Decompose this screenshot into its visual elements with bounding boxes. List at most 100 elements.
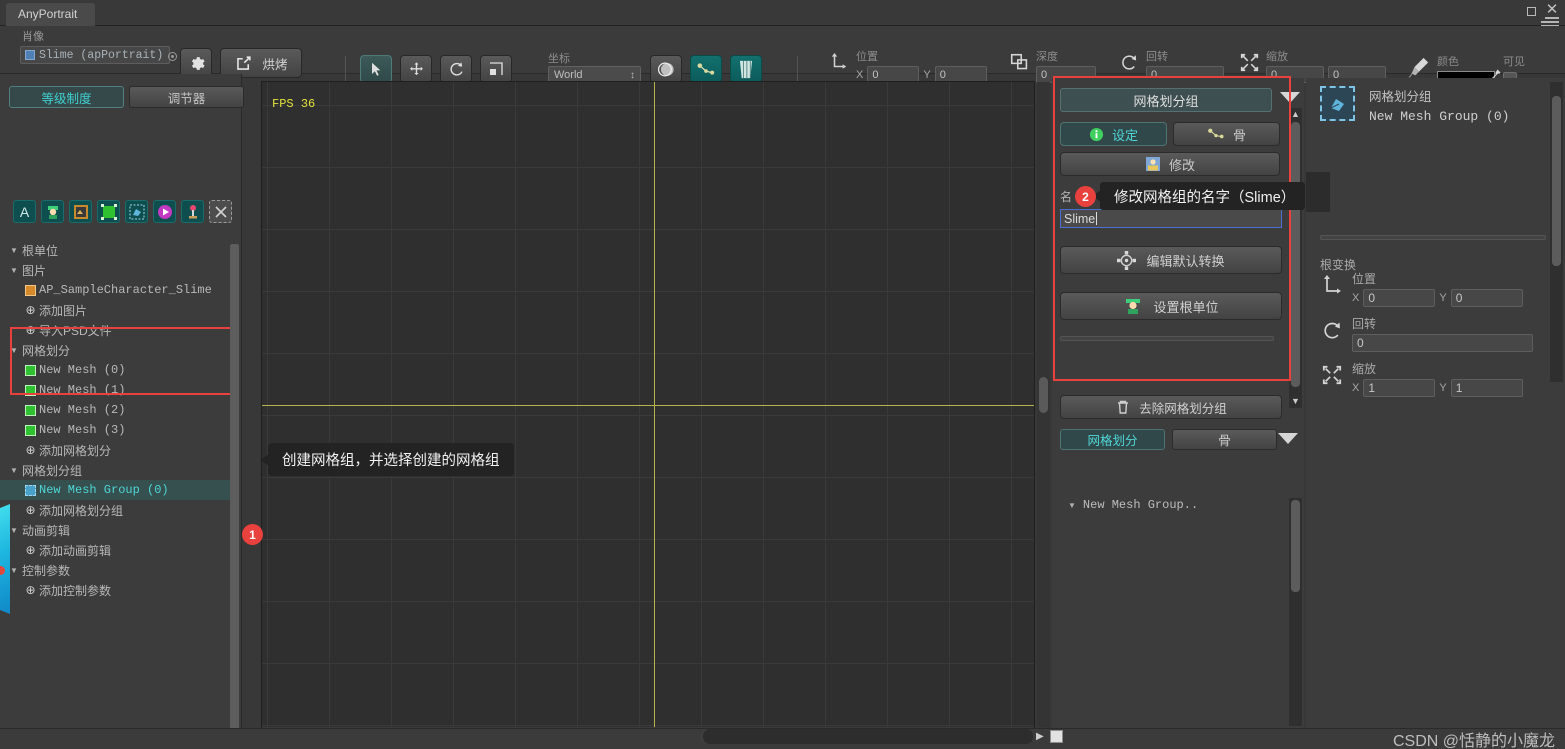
tab-hierarchy[interactable]: 等级制度 (9, 86, 124, 108)
stop-icon[interactable] (1050, 730, 1063, 743)
child-list-caret-down-icon[interactable] (1278, 433, 1298, 444)
caret-down-icon[interactable]: ▼ (6, 346, 22, 355)
properties-scale-y-input[interactable]: 1 (1450, 379, 1523, 397)
modify-button[interactable]: 修改 (1060, 152, 1280, 176)
set-root-unit-button[interactable]: 设置根单位 (1060, 292, 1282, 320)
tree-group-11[interactable]: ▼ 网格划分组 (0, 460, 238, 480)
filter-image-icon[interactable] (69, 200, 92, 223)
coord-space-dropdown[interactable]: World (548, 66, 641, 84)
onion-skin-toggle[interactable] (650, 55, 682, 83)
inspector-scrollbar[interactable]: ▲ ▼ (1289, 108, 1302, 408)
rotate-tool-button[interactable] (440, 55, 472, 83)
toolbar-position-y-input[interactable]: 0 (934, 66, 987, 83)
hierarchy-panel: 等级制度 调节器 A ▼ 根单位 ▼ 图片 AP_SampleCharacter… (0, 74, 263, 749)
tree-item-9[interactable]: New Mesh (3) (0, 420, 238, 440)
properties-scale-x-label: X (1352, 382, 1360, 394)
select-tool-button[interactable] (360, 55, 392, 83)
rotate-ccw-icon (1320, 315, 1344, 345)
tab-bone-list[interactable]: 骨 (1172, 429, 1277, 450)
properties-scrollbar[interactable] (1550, 82, 1563, 382)
tab-modifier[interactable]: 调节器 (129, 86, 244, 108)
filter-clear-icon[interactable] (209, 200, 232, 223)
tree-item-6[interactable]: New Mesh (0) (0, 360, 238, 380)
hierarchy-scroll-thumb[interactable] (230, 244, 239, 734)
mesh-toggle[interactable] (730, 55, 762, 83)
properties-position-y-input[interactable]: 0 (1450, 289, 1523, 307)
plus-circle-icon: ⊕ (25, 443, 36, 457)
tree-add-item[interactable]: ⊕ 添加动画剪辑 (0, 540, 238, 560)
tree-group-1[interactable]: ▼ 图片 (0, 260, 238, 280)
toolbar-position-x-input[interactable]: 0 (867, 66, 920, 83)
filter-animation-icon[interactable] (153, 200, 176, 223)
scroll-down-icon[interactable]: ▼ (1290, 396, 1301, 407)
tree-group-14[interactable]: ▼ 动画剪辑 (0, 520, 238, 540)
child-list-scroll-thumb[interactable] (1291, 500, 1300, 592)
move-tool-button[interactable] (400, 55, 432, 83)
filter-character-icon[interactable] (41, 200, 64, 223)
tree-group-5[interactable]: ▼ 网格划分 (0, 340, 238, 360)
portrait-target-radio[interactable] (168, 52, 177, 61)
tree-item-12[interactable]: New Mesh Group (0) (0, 480, 238, 500)
mesh-icon (22, 404, 39, 416)
filter-all-icon[interactable]: A (13, 200, 36, 223)
fps-label: FPS (272, 97, 294, 111)
tab-settings[interactable]: 设定 (1060, 122, 1167, 146)
child-list-scrollbar[interactable] (1289, 498, 1302, 726)
close-icon[interactable]: ✕ (1545, 2, 1559, 17)
toolbar-position-body: 位置 X 0 Y 0 (856, 48, 987, 83)
caret-down-icon[interactable]: ▼ (6, 466, 22, 475)
bottom-timeline-track[interactable] (703, 729, 1033, 744)
hierarchy-scrollbar[interactable] (230, 244, 239, 749)
tree-add-item[interactable]: ⊕ 添加图片 (0, 300, 238, 320)
properties-position-x-input[interactable]: 0 (1363, 289, 1436, 307)
caret-down-icon[interactable]: ▼ (1068, 501, 1076, 510)
tab-bone[interactable]: 骨 (1173, 122, 1280, 146)
scale-tool-button[interactable] (480, 55, 512, 83)
delete-meshgroup-button[interactable]: 去除网格划分组 (1060, 395, 1282, 419)
viewport-vertical-scrollbar[interactable] (1037, 82, 1050, 727)
properties-rotation-input[interactable]: 0 (1352, 334, 1533, 352)
caret-down-icon[interactable]: ▼ (6, 266, 22, 275)
filter-param-icon[interactable] (181, 200, 204, 223)
list-item[interactable]: ▼ New Mesh Group.. (1052, 495, 1290, 515)
coord-space-group: 坐标 World (548, 50, 641, 84)
inspector-scroll-thumb[interactable] (1291, 122, 1300, 387)
tree-item-7[interactable]: New Mesh (1) (0, 380, 238, 400)
tree-item-2[interactable]: AP_SampleCharacter_Slime (0, 280, 238, 300)
tree-item-label: 动画剪辑 (22, 523, 71, 538)
filter-mesh-icon[interactable] (97, 200, 120, 223)
edit-default-transform-button[interactable]: 编辑默认转换 (1060, 246, 1282, 274)
bone-toggle[interactable] (690, 55, 722, 83)
meshgroup-name-input[interactable]: Slime (1060, 209, 1282, 228)
hierarchy-tree: ▼ 根单位 ▼ 图片 AP_SampleCharacter_Slime ⊕ 添加图片 ⊕ 导入P… (0, 240, 238, 749)
caret-down-icon[interactable] (1280, 92, 1300, 103)
canvas-viewport[interactable]: FPS 36 (262, 82, 1034, 727)
tree-item-label: 控制参数 (22, 563, 71, 578)
play-icon[interactable]: ▶ (1036, 731, 1044, 742)
tree-add-item[interactable]: ⊕ 添加网格划分 (0, 440, 238, 460)
tab-anyportrait[interactable]: AnyPortrait (6, 3, 96, 26)
filter-meshgroup-icon[interactable] (125, 200, 148, 223)
tab-mesh-list[interactable]: 网格划分 (1060, 429, 1165, 450)
scroll-up-icon[interactable]: ▲ (1290, 109, 1301, 120)
properties-header: 网格划分组 New Mesh Group (0) (1320, 86, 1509, 124)
properties-scroll-thumb[interactable] (1552, 96, 1561, 266)
portrait-object-field[interactable]: Slime (apPortrait) (20, 46, 170, 64)
tree-item-label: New Mesh (2) (39, 403, 126, 417)
viewport-scroll-thumb[interactable] (1039, 377, 1048, 413)
tree-group-0[interactable]: ▼ 根单位 (0, 240, 238, 260)
hamburger-menu-icon[interactable] (1537, 17, 1559, 27)
caret-down-icon[interactable]: ▼ (6, 246, 22, 255)
tree-add-item[interactable]: ⊕ 导入PSD文件 (0, 320, 238, 340)
annotation-badge-1: 1 (242, 524, 263, 545)
tree-add-item[interactable]: ⊕ 添加网格划分组 (0, 500, 238, 520)
onion-circle-icon (657, 62, 674, 76)
tree-add-item[interactable]: ⊕ 添加控制参数 (0, 580, 238, 600)
properties-position-x-label: X (1352, 292, 1360, 304)
properties-scale-x-input[interactable]: 1 (1363, 379, 1436, 397)
minimize-icon[interactable] (1524, 3, 1538, 17)
tree-group-16[interactable]: ▼ 控制参数 (0, 560, 238, 580)
character-preview-peek (0, 504, 10, 614)
tree-item-8[interactable]: New Mesh (2) (0, 400, 238, 420)
coord-caption: 坐标 (548, 53, 570, 65)
